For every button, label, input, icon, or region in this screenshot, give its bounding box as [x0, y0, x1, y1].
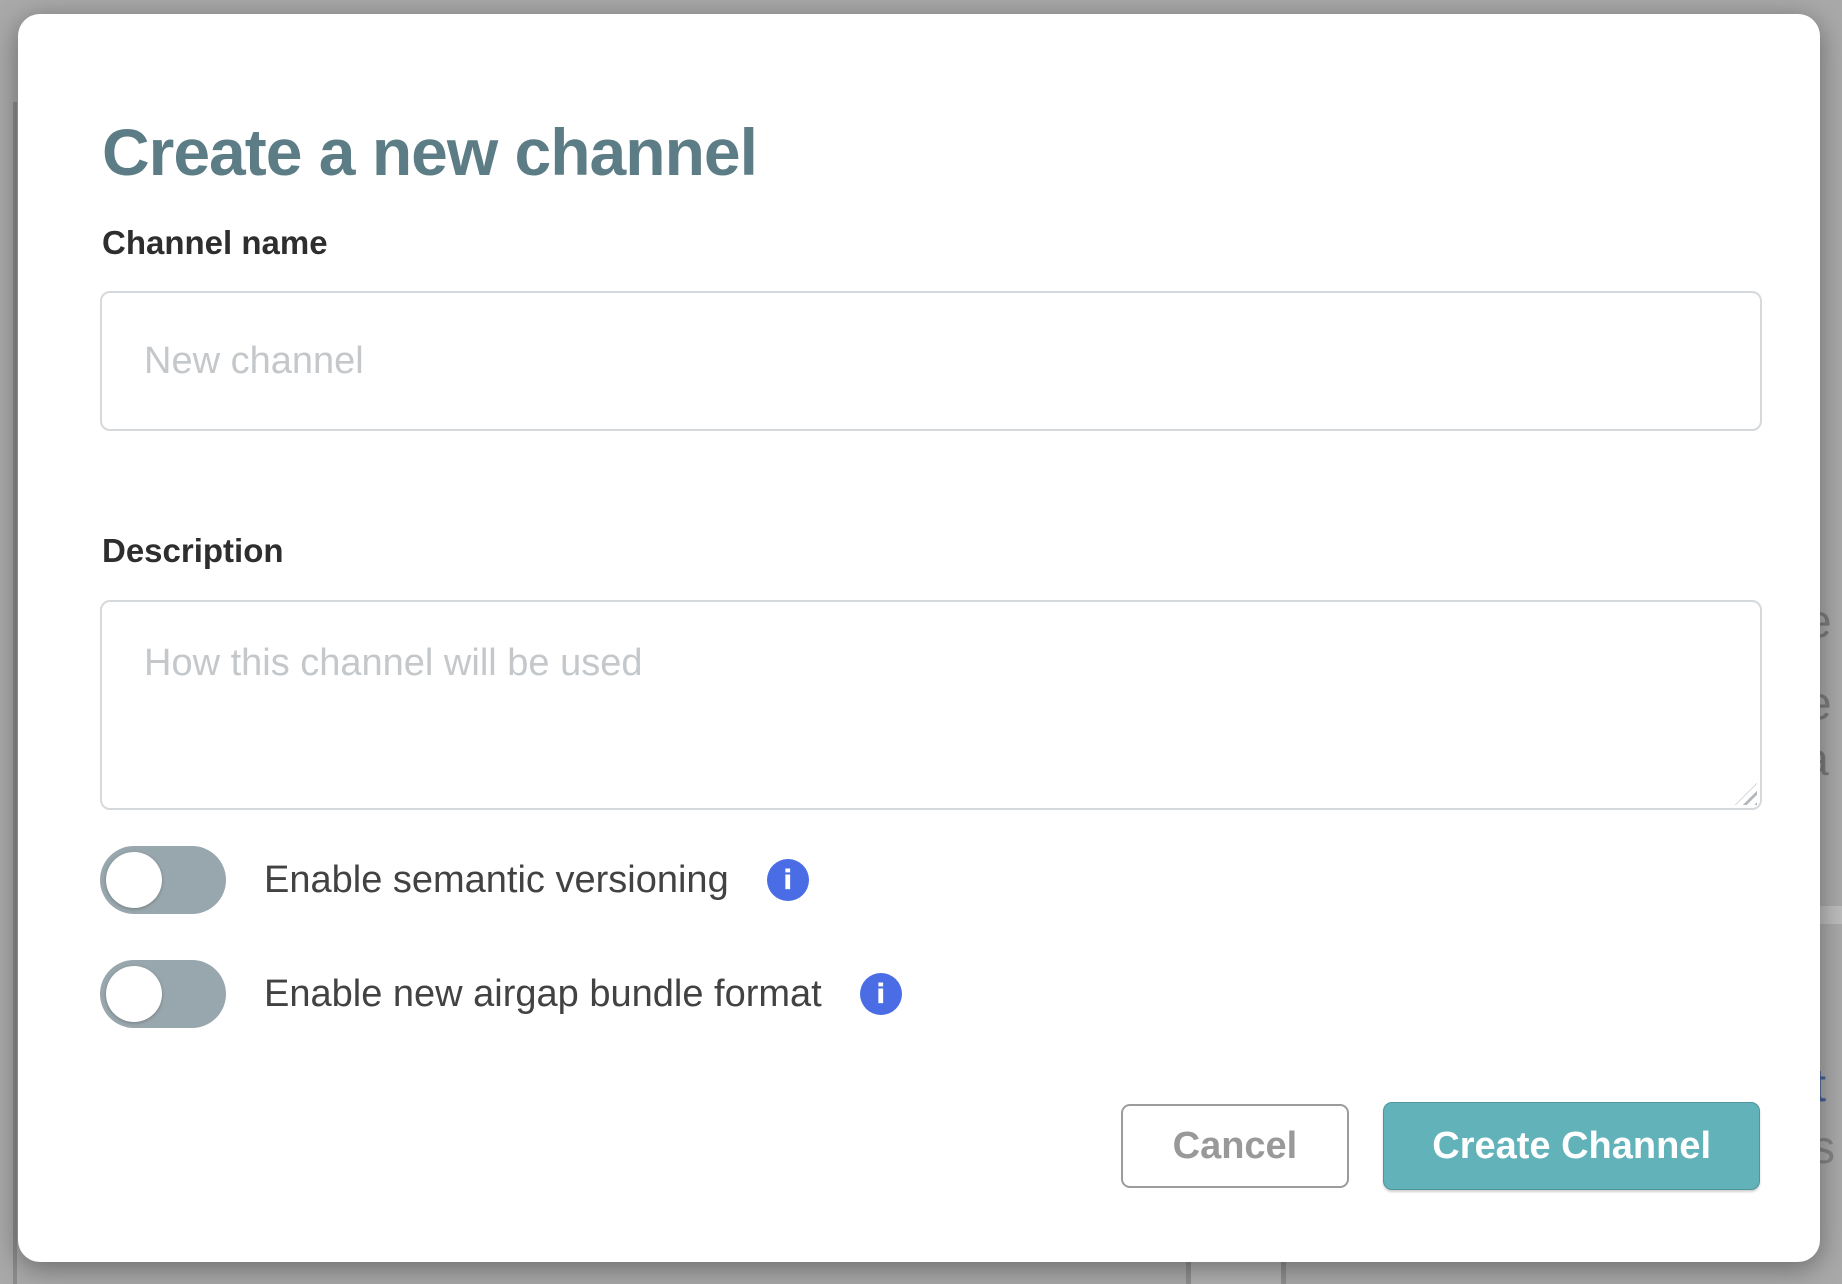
description-field — [100, 600, 1762, 810]
info-icon[interactable]: i — [767, 859, 809, 901]
toggle-knob — [106, 966, 162, 1022]
dimmed-backdrop: e e la l it s Create a new channel Chann… — [0, 0, 1842, 1284]
modal-footer: Cancel Create Channel — [1121, 1102, 1760, 1190]
channel-name-input[interactable] — [100, 291, 1762, 431]
description-textarea[interactable] — [100, 600, 1762, 810]
backdrop-row-band — [1818, 906, 1842, 924]
create-channel-button[interactable]: Create Channel — [1383, 1102, 1760, 1190]
airgap-bundle-toggle[interactable] — [100, 960, 226, 1028]
backdrop-cell-fragment — [1191, 1262, 1281, 1284]
backdrop-column-divider — [1281, 1262, 1286, 1284]
info-icon[interactable]: i — [860, 973, 902, 1015]
semantic-versioning-row: Enable semantic versioning i — [100, 846, 809, 914]
modal-title: Create a new channel — [102, 116, 757, 189]
airgap-bundle-row: Enable new airgap bundle format i — [100, 960, 902, 1028]
toggle-knob — [106, 852, 162, 908]
description-label: Description — [102, 532, 284, 570]
cancel-button[interactable]: Cancel — [1121, 1104, 1350, 1188]
airgap-bundle-label: Enable new airgap bundle format — [264, 973, 822, 1016]
semantic-versioning-toggle[interactable] — [100, 846, 226, 914]
backdrop-panel-border — [13, 102, 17, 1284]
channel-name-label: Channel name — [102, 224, 328, 262]
semantic-versioning-label: Enable semantic versioning — [264, 859, 729, 902]
create-channel-modal: Create a new channel Channel name Descri… — [18, 14, 1820, 1262]
